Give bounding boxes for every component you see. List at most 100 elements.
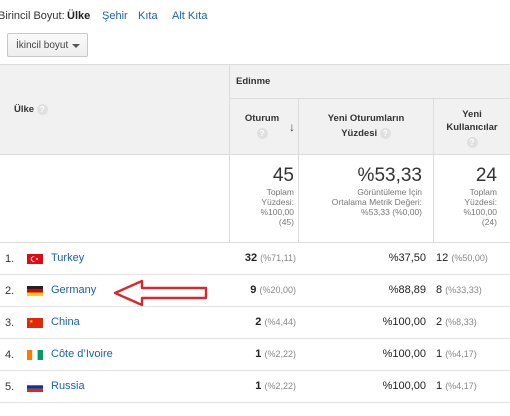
new-users-header-line2: Kullanıcılar [446,122,498,133]
question-mark-icon[interactable]: ? [256,128,268,139]
column-header-country[interactable]: Ülke ? [14,103,48,116]
dimension-continent-link[interactable]: Kıta [138,10,158,22]
totals-new-sessions-caption: Görüntüleme İçin [357,187,422,197]
sessions-percent: (%71,11) [260,253,296,263]
sessions-percent: (%4,44) [264,317,296,327]
new-users-cell: 2 (%8,33) [436,316,502,328]
country-link[interactable]: Côte d’Ivoire [51,348,113,360]
row-index: 5. [5,381,15,393]
totals-sessions-value: 45 [272,165,294,186]
table-row: 3. ★ China 2 (%4,44) %100,00 2 (%8,33) [0,307,510,339]
new-users-value: 1 [436,380,443,392]
new-sessions-cell: %88,89 [388,284,426,296]
new-users-value: 12 [436,252,449,264]
new-users-cell: 1 (%4,17) [436,380,502,392]
question-mark-icon[interactable]: ? [379,127,391,139]
sessions-percent: (%2,22) [264,381,296,391]
totals-new-users-caption: %100,00 [463,207,497,217]
totals-sessions: 45 Toplam Yüzdesi: %100,00 (45) [232,165,294,227]
totals-row: 45 Toplam Yüzdesi: %100,00 (45) %53,33 G… [0,155,510,243]
group-header-acquisition: Edinme [236,76,271,87]
table-row: 5. Russia 1 (%2,22) %100,00 1 (%4,17) [0,371,510,403]
country-link[interactable]: Russia [51,380,85,392]
primary-dimension-bar: Birincil Boyut: Ülke Şehir Kıta Alt Kıta [0,0,510,28]
new-users-cell: 1 (%4,17) [436,348,502,360]
question-mark-icon[interactable]: ? [466,137,478,148]
secondary-dimension-dropdown[interactable]: İkincil boyut [7,33,88,57]
table-row: 4. Côte d’Ivoire 1 (%2,22) %100,00 1 (%4… [0,339,510,371]
sessions-value: 2 [255,316,262,328]
totals-new-users-caption: (24) [481,217,497,227]
totals-new-users-caption: Toplam [469,187,497,197]
russia-flag-icon [27,382,43,392]
sessions-cell: 1 (%2,22) [232,348,296,360]
totals-new-sessions-caption: Ortalama Metrik Değeri: [331,197,422,207]
new-users-cell: 12 (%50,00) [436,252,502,264]
row-index: 2. [5,285,15,297]
column-header-new-users[interactable]: Yeni Kullanıcılar ? [437,108,507,148]
new-sessions-cell: %37,50 [388,252,426,264]
table-row: 1. Turkey 32 (%71,11) %37,50 12 (%50,00) [0,243,510,275]
country-header-label: Ülke [14,104,35,115]
new-sessions-cell: %100,00 [382,316,426,328]
new-users-cell: 8 (%33,33) [436,284,502,296]
totals-new-users: 24 Toplam Yüzdesi: %100,00 (24) [436,165,497,227]
new-users-value: 8 [436,284,443,296]
primary-dimension-label: Birincil Boyut: [0,10,65,22]
totals-new-sessions-pct: %53,33 Görüntüleme İçin Ortalama Metrik … [302,165,422,217]
new-sessions-cell: %100,00 [382,348,426,360]
sessions-value: 1 [255,380,262,392]
svg-text:★: ★ [29,319,34,325]
sessions-cell: 1 (%2,22) [232,380,296,392]
chevron-down-icon [72,44,80,48]
china-flag-icon: ★ [27,318,43,328]
dimension-city-link[interactable]: Şehir [102,10,128,22]
row-index: 1. [5,253,15,265]
dimension-country-active[interactable]: Ülke [67,10,90,22]
column-header-new-sessions-pct[interactable]: Yeni Oturumların Yüzdesi ? [306,112,426,142]
sessions-value: 1 [255,348,262,360]
turkey-flag-icon [27,254,43,264]
dimension-subcontinent-link[interactable]: Alt Kıta [172,10,207,22]
totals-sessions-caption: Toplam [266,187,294,197]
table-header: Edinme Ülke ? Oturum ? ↓ Yeni Oturumları… [0,64,510,156]
new-users-percent: (%50,00) [451,253,488,263]
country-link[interactable]: China [51,316,80,328]
totals-sessions-caption: %100,00 [260,207,294,217]
arrow-down-icon[interactable]: ↓ [289,120,295,134]
new-users-value: 1 [436,348,443,360]
red-arrow-annotation [113,279,208,307]
country-link[interactable]: Germany [51,284,96,296]
totals-new-sessions-caption: %53,33 (%0,00) [361,207,422,217]
new-users-percent: (%33,33) [445,285,482,295]
sessions-cell: 32 (%71,11) [232,252,296,264]
totals-new-users-value: 24 [475,165,497,186]
totals-sessions-caption: Yüzdesi: [261,197,294,207]
sessions-header-label: Oturum [244,113,280,124]
secondary-dimension-label: İkincil boyut [16,40,69,51]
new-sessions-header-line1: Yeni Oturumların [327,113,405,124]
totals-new-sessions-value: %53,33 [357,165,422,186]
sessions-percent: (%2,22) [264,349,296,359]
table-row: 2. Germany 9 (%20,00) %88,89 8 (%33,33) [0,275,510,307]
new-users-percent: (%4,17) [445,349,477,359]
totals-sessions-caption: (45) [278,217,294,227]
new-users-percent: (%4,17) [445,381,477,391]
new-users-value: 2 [436,316,443,328]
sessions-cell: 2 (%4,44) [232,316,296,328]
column-header-sessions[interactable]: Oturum ? [240,112,284,139]
sessions-value: 9 [250,284,257,296]
row-index: 3. [5,317,15,329]
new-sessions-cell: %100,00 [382,380,426,392]
germany-flag-icon [27,286,43,296]
new-users-header-line1: Yeni [462,109,482,120]
sessions-cell: 9 (%20,00) [232,284,296,296]
row-index: 4. [5,349,15,361]
new-users-percent: (%8,33) [445,317,477,327]
new-sessions-header-line2: Yüzdesi [341,128,378,139]
sessions-percent: (%20,00) [259,285,296,295]
question-mark-icon[interactable]: ? [36,103,48,115]
country-link[interactable]: Turkey [51,252,84,264]
totals-new-users-caption: Yüzdesi: [464,197,497,207]
cote-divoire-flag-icon [27,350,43,360]
